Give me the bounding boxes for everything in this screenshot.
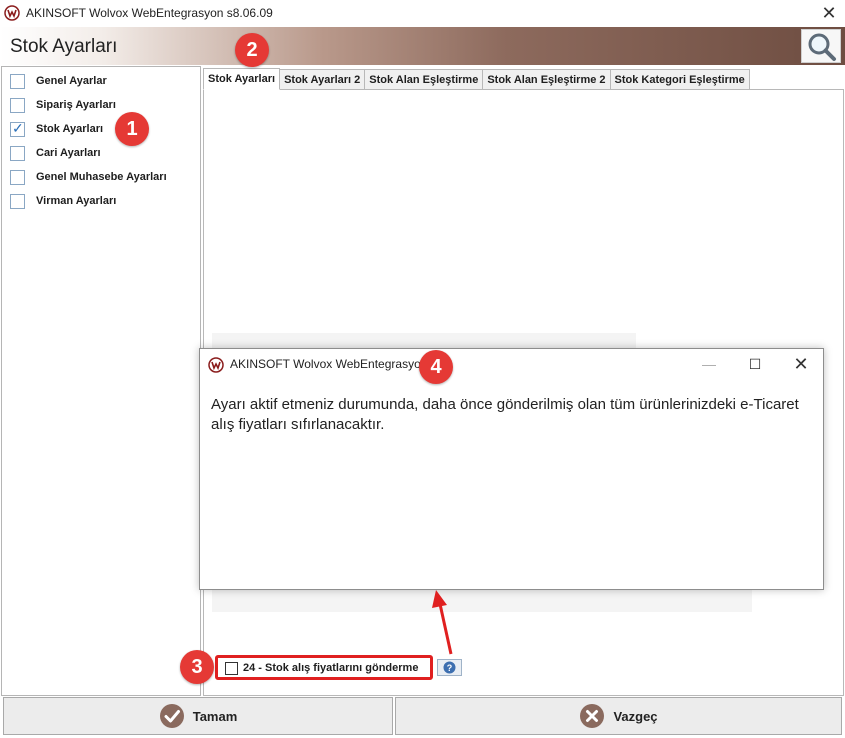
sidebar-item-label: Stok Ayarları — [36, 123, 104, 135]
title-bar: AKINSOFT Wolvox WebEntegrasyon s8.06.09 … — [0, 0, 845, 27]
checkbox-icon[interactable] — [10, 145, 25, 161]
minimize-icon[interactable]: — — [694, 351, 724, 377]
ok-button[interactable]: Tamam — [3, 697, 393, 735]
help-icon: ? — [443, 661, 456, 674]
ok-check-icon — [159, 704, 184, 728]
page-title: Stok Ayarları — [10, 36, 118, 57]
background-panel — [212, 333, 636, 349]
annotation-marker-4: 4 — [419, 350, 453, 384]
cancel-button-label: Vazgeç — [613, 708, 658, 724]
checkbox-icon[interactable] — [10, 193, 25, 209]
cancel-x-icon — [580, 704, 605, 728]
close-icon[interactable]: ✕ — [818, 2, 840, 24]
tab-stok-ayarlari-2[interactable]: Stok Ayarları 2 — [280, 69, 366, 90]
app-icon — [208, 357, 224, 373]
background-panel — [212, 590, 752, 612]
confirmation-dialog: AKINSOFT Wolvox WebEntegrasyon — ☐ ✕ Aya… — [199, 348, 824, 590]
option-stok-alis-fiyati[interactable]: 24 - Stok alış fiyatlarını gönderme — [215, 655, 433, 680]
page-header: Stok Ayarları — [0, 27, 845, 65]
search-button[interactable] — [801, 29, 841, 63]
checkbox-icon[interactable] — [10, 169, 25, 185]
ok-button-label: Tamam — [192, 708, 238, 724]
tab-strip: Stok Ayarları Stok Ayarları 2 Stok Alan … — [203, 68, 750, 90]
annotation-marker-3: 3 — [180, 650, 214, 684]
sidebar-item-label: Cari Ayarları — [36, 147, 101, 159]
sidebar-item-label: Sipariş Ayarları — [36, 99, 116, 111]
app-icon — [4, 5, 20, 21]
sidebar-item-stok-ayarlari[interactable]: ✓ Stok Ayarları — [10, 120, 103, 138]
checkbox-icon[interactable] — [10, 97, 25, 113]
search-icon — [808, 33, 836, 61]
settings-sidebar: Genel Ayarlar Sipariş Ayarları ✓ Stok Ay… — [1, 66, 201, 696]
cancel-button[interactable]: Vazgeç — [395, 697, 842, 735]
checkbox-icon[interactable] — [225, 662, 238, 675]
dialog-title: AKINSOFT Wolvox WebEntegrasyon — [230, 357, 428, 371]
sidebar-item-label: Virman Ayarları — [36, 195, 117, 207]
sidebar-item-label: Genel Muhasebe Ayarları — [36, 171, 167, 183]
annotation-marker-1: 1 — [115, 112, 149, 146]
dialog-message: Ayarı aktif etmeniz durumunda, daha önce… — [211, 396, 799, 433]
close-icon[interactable]: ✕ — [786, 351, 816, 377]
tab-stok-alan-eslestirme-2[interactable]: Stok Alan Eşleştirme 2 — [483, 69, 611, 90]
sidebar-item-cari-ayarlari[interactable]: Cari Ayarları — [10, 144, 101, 162]
sidebar-item-genel-ayarlar[interactable]: Genel Ayarlar — [10, 72, 107, 90]
window-title: AKINSOFT Wolvox WebEntegrasyon s8.06.09 — [26, 6, 273, 20]
help-button[interactable]: ? — [437, 659, 462, 676]
svg-text:?: ? — [447, 663, 453, 673]
annotation-marker-2: 2 — [235, 33, 269, 67]
tab-stok-ayarlari[interactable]: Stok Ayarları — [203, 68, 281, 90]
option-label: 24 - Stok alış fiyatlarını gönderme — [243, 662, 419, 674]
tab-stok-alan-eslestirme[interactable]: Stok Alan Eşleştirme — [365, 69, 484, 90]
sidebar-item-label: Genel Ayarlar — [36, 75, 107, 87]
maximize-icon[interactable]: ☐ — [740, 351, 770, 377]
sidebar-item-virman-ayarlari[interactable]: Virman Ayarları — [10, 192, 116, 210]
sidebar-item-genel-muhasebe-ayarlari[interactable]: Genel Muhasebe Ayarları — [10, 168, 167, 186]
checkmark-icon: ✓ — [12, 119, 24, 136]
sidebar-item-siparis-ayarlari[interactable]: Sipariş Ayarları — [10, 96, 116, 114]
checkbox-icon[interactable]: ✓ — [10, 119, 25, 137]
checkbox-icon[interactable] — [10, 73, 25, 89]
tab-stok-kategori-eslestirme[interactable]: Stok Kategori Eşleştirme — [610, 69, 750, 90]
